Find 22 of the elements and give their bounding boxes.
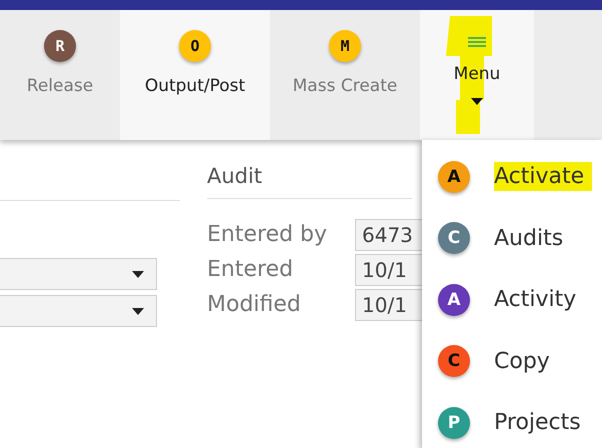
- letter-badge-icon: M: [329, 30, 361, 62]
- caret-icon: [471, 98, 483, 105]
- field-label: Entered by: [207, 221, 328, 249]
- menu-item[interactable]: P Projects: [422, 392, 602, 448]
- dropdown-field[interactable]: [0, 258, 157, 290]
- field-label: Modified: [207, 291, 302, 319]
- letter-badge-icon: A: [438, 160, 470, 193]
- letter-badge-icon: R: [44, 30, 76, 62]
- letter-badge-icon: P: [438, 406, 470, 439]
- letter-badge-icon: C: [438, 345, 470, 378]
- caret-icon: [132, 308, 144, 314]
- menu-icon: [468, 36, 486, 48]
- menu-item[interactable]: A Activate: [422, 146, 602, 208]
- letter-badge-icon: A: [438, 284, 470, 316]
- caret-icon: [132, 270, 144, 278]
- field-label: Entered: [207, 256, 294, 284]
- menu-item[interactable]: C Copy: [422, 330, 602, 392]
- toolbar-button[interactable]: O Output/Post: [120, 10, 270, 140]
- letter-badge-icon: C: [438, 222, 470, 254]
- dropdown-field[interactable]: [0, 295, 157, 327]
- letter-badge-icon: O: [179, 30, 211, 62]
- section-title: Audit: [207, 164, 262, 188]
